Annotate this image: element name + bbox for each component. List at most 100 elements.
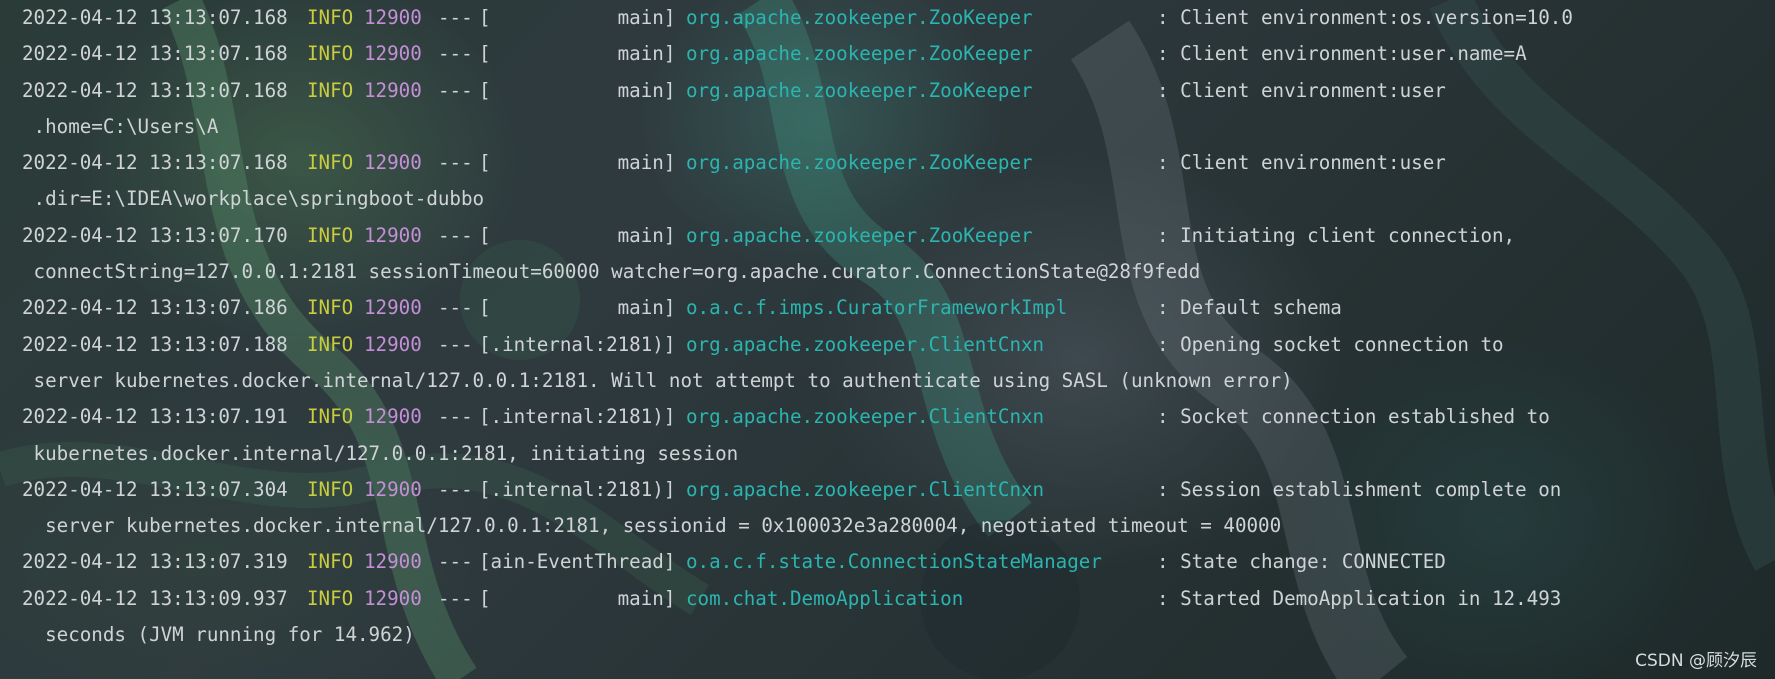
log-timestamp: 2022-04-12 13:13:07.191 (22, 405, 288, 429)
log-line: 2022-04-12 13:13:07.186 INFO 12900 ---[ mai… (22, 290, 1775, 326)
log-timestamp: 2022-04-12 13:13:07.186 (22, 296, 288, 320)
log-logger-name: org.apache.zookeeper.ZooKeeper (686, 6, 1033, 29)
log-pid: 12900 (364, 78, 422, 102)
log-message: : Opening socket connection to (1157, 332, 1504, 356)
log-continuation-text: server kubernetes.docker.internal/127.0.… (22, 368, 1293, 392)
log-separator: --- (438, 477, 473, 501)
log-line-continuation: kubernetes.docker.internal/127.0.0.1:218… (22, 436, 1775, 472)
log-line-continuation: .dir=E:\IDEA\workplace\springboot-dubbo (22, 181, 1775, 217)
log-timestamp: 2022-04-12 13:13:07.168 (22, 42, 288, 66)
log-logger-name: org.apache.zookeeper.ZooKeeper (686, 151, 1033, 175)
log-timestamp: 2022-04-12 13:13:07.304 (22, 477, 288, 501)
log-pid: 12900 (364, 42, 422, 66)
log-thread: [ main] (479, 296, 676, 320)
log-message: : State change: CONNECTED (1157, 550, 1446, 574)
log-separator: --- (438, 151, 473, 175)
log-pid: 12900 (364, 296, 422, 320)
log-logger-name: o.a.c.f.imps.CuratorFrameworkImpl (686, 296, 1068, 320)
log-continuation-text: server kubernetes.docker.internal/127.0.… (22, 514, 1282, 538)
log-thread: [ main] (479, 42, 676, 66)
log-separator: --- (438, 78, 473, 102)
log-level: INFO (307, 78, 354, 102)
log-thread: [.internal:2181)] (479, 405, 676, 429)
watermark: CSDN @顾汐辰 (1635, 651, 1757, 671)
log-continuation-text: seconds (JVM running for 14.962) (22, 623, 415, 647)
log-line-continuation: connectString=127.0.0.1:2181 sessionTime… (22, 254, 1775, 290)
log-level: INFO (307, 550, 354, 574)
log-logger-name: org.apache.zookeeper.ZooKeeper (686, 78, 1033, 102)
log-line: 2022-04-12 13:13:07.191 INFO 12900 --- [.int… (22, 399, 1775, 435)
log-pid: 12900 (364, 151, 422, 175)
log-continuation-text: kubernetes.docker.internal/127.0.0.1:218… (22, 441, 739, 465)
log-logger-name: org.apache.zookeeper.ZooKeeper (686, 42, 1033, 66)
log-line: 2022-04-12 13:13:07.304 INFO 12900 --- [.int… (22, 472, 1775, 508)
log-thread: [ main] (479, 223, 676, 247)
log-continuation-text: .home=C:\Users\A (22, 114, 219, 138)
log-logger-name: com.chat.DemoApplication (686, 586, 964, 610)
log-separator: --- (438, 405, 473, 429)
log-line-continuation: server kubernetes.docker.internal/127.0.… (22, 508, 1775, 544)
log-thread: [ main] (479, 586, 676, 610)
log-timestamp: 2022-04-12 13:13:07.188 (22, 332, 288, 356)
log-thread: [ main] (479, 78, 676, 102)
log-logger-name: org.apache.zookeeper.ClientCnxn (686, 405, 1045, 429)
log-timestamp: 2022-04-12 13:13:07.170 (22, 223, 288, 247)
log-level: INFO (307, 296, 354, 320)
log-pid: 12900 (364, 477, 422, 501)
log-pid: 12900 (364, 332, 422, 356)
log-logger-name: org.apache.zookeeper.ZooKeeper (686, 223, 1033, 247)
log-separator: --- (438, 550, 473, 574)
log-logger-name: org.apache.zookeeper.ClientCnxn (686, 477, 1045, 501)
log-logger-name: org.apache.zookeeper.ClientCnxn (686, 332, 1045, 356)
log-level: INFO (307, 477, 354, 501)
log-message: : Initiating client connection, (1157, 223, 1516, 247)
log-message: : Session establishment complete on (1157, 477, 1562, 501)
log-level: INFO (307, 6, 354, 29)
log-line: 2022-04-12 13:13:07.319 INFO 12900 --- [ain-… (22, 544, 1775, 580)
log-message: : Socket connection established to (1157, 405, 1550, 429)
log-level: INFO (307, 586, 354, 610)
log-thread: [.internal:2181)] (479, 477, 676, 501)
log-continuation-text: .dir=E:\IDEA\workplace\springboot-dubbo (22, 187, 485, 211)
log-message: : Client environment:user (1157, 151, 1446, 175)
log-level: INFO (307, 42, 354, 66)
log-line: 2022-04-12 13:13:07.168 INFO 12900 ---[ mai… (22, 36, 1775, 72)
log-separator: --- (438, 296, 473, 320)
console-output: 2022-04-12 13:13:07.168 INFO 12900 ---[ mai… (22, 0, 1775, 653)
log-thread: [.internal:2181)] (479, 332, 676, 356)
log-pid: 12900 (364, 405, 422, 429)
log-logger-name: o.a.c.f.state.ConnectionStateManager (686, 550, 1102, 574)
log-message: : Default schema (1157, 296, 1342, 320)
log-timestamp: 2022-04-12 13:13:07.168 (22, 78, 288, 102)
log-thread: [ain-EventThread] (479, 550, 676, 574)
log-level: INFO (307, 405, 354, 429)
log-line-continuation: server kubernetes.docker.internal/127.0.… (22, 363, 1775, 399)
log-separator: --- (438, 332, 473, 356)
log-level: INFO (307, 151, 354, 175)
log-message: : Started DemoApplication in 12.493 (1157, 586, 1562, 610)
log-line: 2022-04-12 13:13:07.168 INFO 12900 ---[ mai… (22, 73, 1775, 109)
log-timestamp: 2022-04-12 13:13:07.168 (22, 6, 288, 29)
log-message: : Client environment:os.version=10.0 (1157, 6, 1573, 29)
log-message: : Client environment:user.name=A (1157, 42, 1527, 66)
log-timestamp: 2022-04-12 13:13:09.937 (22, 586, 288, 610)
log-message: : Client environment:user (1157, 78, 1446, 102)
log-line: 2022-04-12 13:13:07.168 INFO 12900 --- [ mai… (22, 0, 1775, 36)
log-separator: --- (438, 223, 473, 247)
log-separator: --- (438, 586, 473, 610)
log-separator: --- (438, 6, 473, 29)
log-pid: 12900 (364, 6, 422, 29)
log-line: 2022-04-12 13:13:07.170 INFO 12900 ---[ mai… (22, 218, 1775, 254)
log-continuation-text: connectString=127.0.0.1:2181 sessionTime… (22, 260, 1201, 284)
log-thread: [ main] (479, 151, 676, 175)
log-thread: [ main] (479, 6, 676, 29)
log-pid: 12900 (364, 550, 422, 574)
log-line: 2022-04-12 13:13:07.168 INFO 12900 ---[ mai… (22, 145, 1775, 181)
log-separator: --- (438, 42, 473, 66)
log-line-continuation: seconds (JVM running for 14.962) (22, 617, 1775, 653)
log-level: INFO (307, 223, 354, 247)
log-line-continuation: .home=C:\Users\A (22, 109, 1775, 145)
log-line: 2022-04-12 13:13:07.188 INFO 12900 --- [.int… (22, 327, 1775, 363)
log-pid: 12900 (364, 586, 422, 610)
log-timestamp: 2022-04-12 13:13:07.168 (22, 151, 288, 175)
